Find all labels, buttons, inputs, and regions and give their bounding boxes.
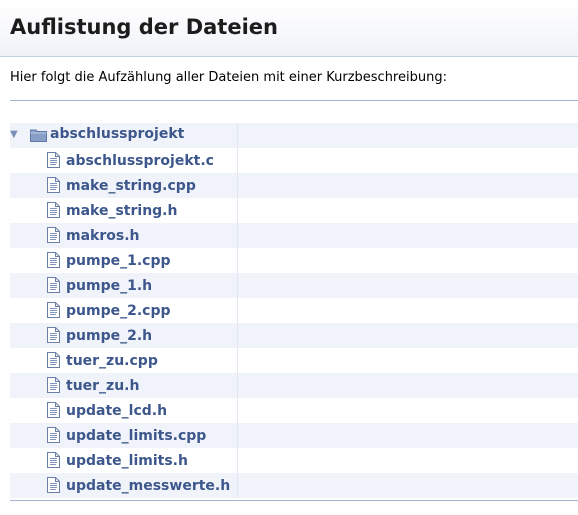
divider [10, 500, 578, 501]
folder-name[interactable]: abschlussprojekt [50, 126, 184, 142]
file-link[interactable]: tuer_zu.cpp [66, 353, 158, 369]
page-header: Auflistung der Dateien [0, 0, 578, 57]
tree-row-file: update_lcd.h [10, 398, 578, 423]
tree-row-file: update_messwerte.h [10, 473, 578, 498]
folder-icon [30, 127, 47, 146]
file-link[interactable]: update_limits.h [66, 453, 188, 469]
file-icon [47, 152, 60, 172]
tree-cell: update_lcd.h [10, 398, 238, 423]
tree-row-file: make_string.cpp [10, 173, 578, 198]
tree-cell: update_messwerte.h [10, 473, 238, 498]
file-icon [47, 327, 60, 347]
tree-cell: pumpe_2.h [10, 323, 238, 348]
tree-row-file: update_limits.h [10, 448, 578, 473]
tree-cell: update_limits.cpp [10, 423, 238, 448]
file-icon [47, 302, 60, 322]
tree-row-folder: ▼ abschlussprojekt [10, 123, 578, 148]
collapse-arrow-icon[interactable]: ▼ [10, 129, 18, 141]
file-link[interactable]: pumpe_2.cpp [66, 303, 171, 319]
divider [10, 100, 578, 101]
tree-cell: pumpe_1.h [10, 273, 238, 298]
file-link[interactable]: makros.h [66, 228, 140, 244]
tree-cell: abschlussprojekt.c [10, 148, 238, 173]
file-link[interactable]: pumpe_2.h [66, 328, 152, 344]
tree-cell: pumpe_1.cpp [10, 248, 238, 273]
tree-row-file: pumpe_1.h [10, 273, 578, 298]
file-link[interactable]: make_string.cpp [66, 178, 196, 194]
file-icon [47, 402, 60, 422]
file-link[interactable]: tuer_zu.h [66, 378, 139, 394]
file-link[interactable]: pumpe_1.h [66, 278, 152, 294]
file-link[interactable]: make_string.h [66, 203, 177, 219]
file-icon [47, 277, 60, 297]
file-icon [47, 177, 60, 197]
file-icon [47, 377, 60, 397]
tree-cell: make_string.cpp [10, 173, 238, 198]
tree-cell: tuer_zu.h [10, 373, 238, 398]
file-link[interactable]: abschlussprojekt.c [66, 153, 214, 169]
tree-cell: update_limits.h [10, 448, 238, 473]
file-icon [47, 477, 60, 497]
file-icon [47, 202, 60, 222]
file-icon [47, 427, 60, 447]
tree-row-file: makros.h [10, 223, 578, 248]
file-link[interactable]: update_lcd.h [66, 403, 167, 419]
tree-row-file: tuer_zu.h [10, 373, 578, 398]
tree-row-file: abschlussprojekt.c [10, 148, 578, 173]
tree-row-file: make_string.h [10, 198, 578, 223]
tree-cell: ▼ abschlussprojekt [10, 123, 238, 148]
tree-row-file: update_limits.cpp [10, 423, 578, 448]
file-icon [47, 227, 60, 247]
file-icon [47, 352, 60, 372]
tree-row-file: tuer_zu.cpp [10, 348, 578, 373]
file-link[interactable]: update_messwerte.h [66, 478, 230, 494]
intro-text: Hier folgt die Aufzählung aller Dateien … [10, 70, 447, 85]
tree-cell: pumpe_2.cpp [10, 298, 238, 323]
tree-row-file: pumpe_1.cpp [10, 248, 578, 273]
tree-cell: make_string.h [10, 198, 238, 223]
tree-row-file: pumpe_2.cpp [10, 298, 578, 323]
file-icon [47, 252, 60, 272]
file-icon [47, 452, 60, 472]
file-link[interactable]: update_limits.cpp [66, 428, 206, 444]
file-link[interactable]: pumpe_1.cpp [66, 253, 171, 269]
tree-cell: makros.h [10, 223, 238, 248]
tree-row-file: pumpe_2.h [10, 323, 578, 348]
page-title: Auflistung der Dateien [10, 15, 278, 39]
file-tree: ▼ abschlussprojekt abschlussprojekt.c mak… [10, 123, 578, 498]
tree-cell: tuer_zu.cpp [10, 348, 238, 373]
